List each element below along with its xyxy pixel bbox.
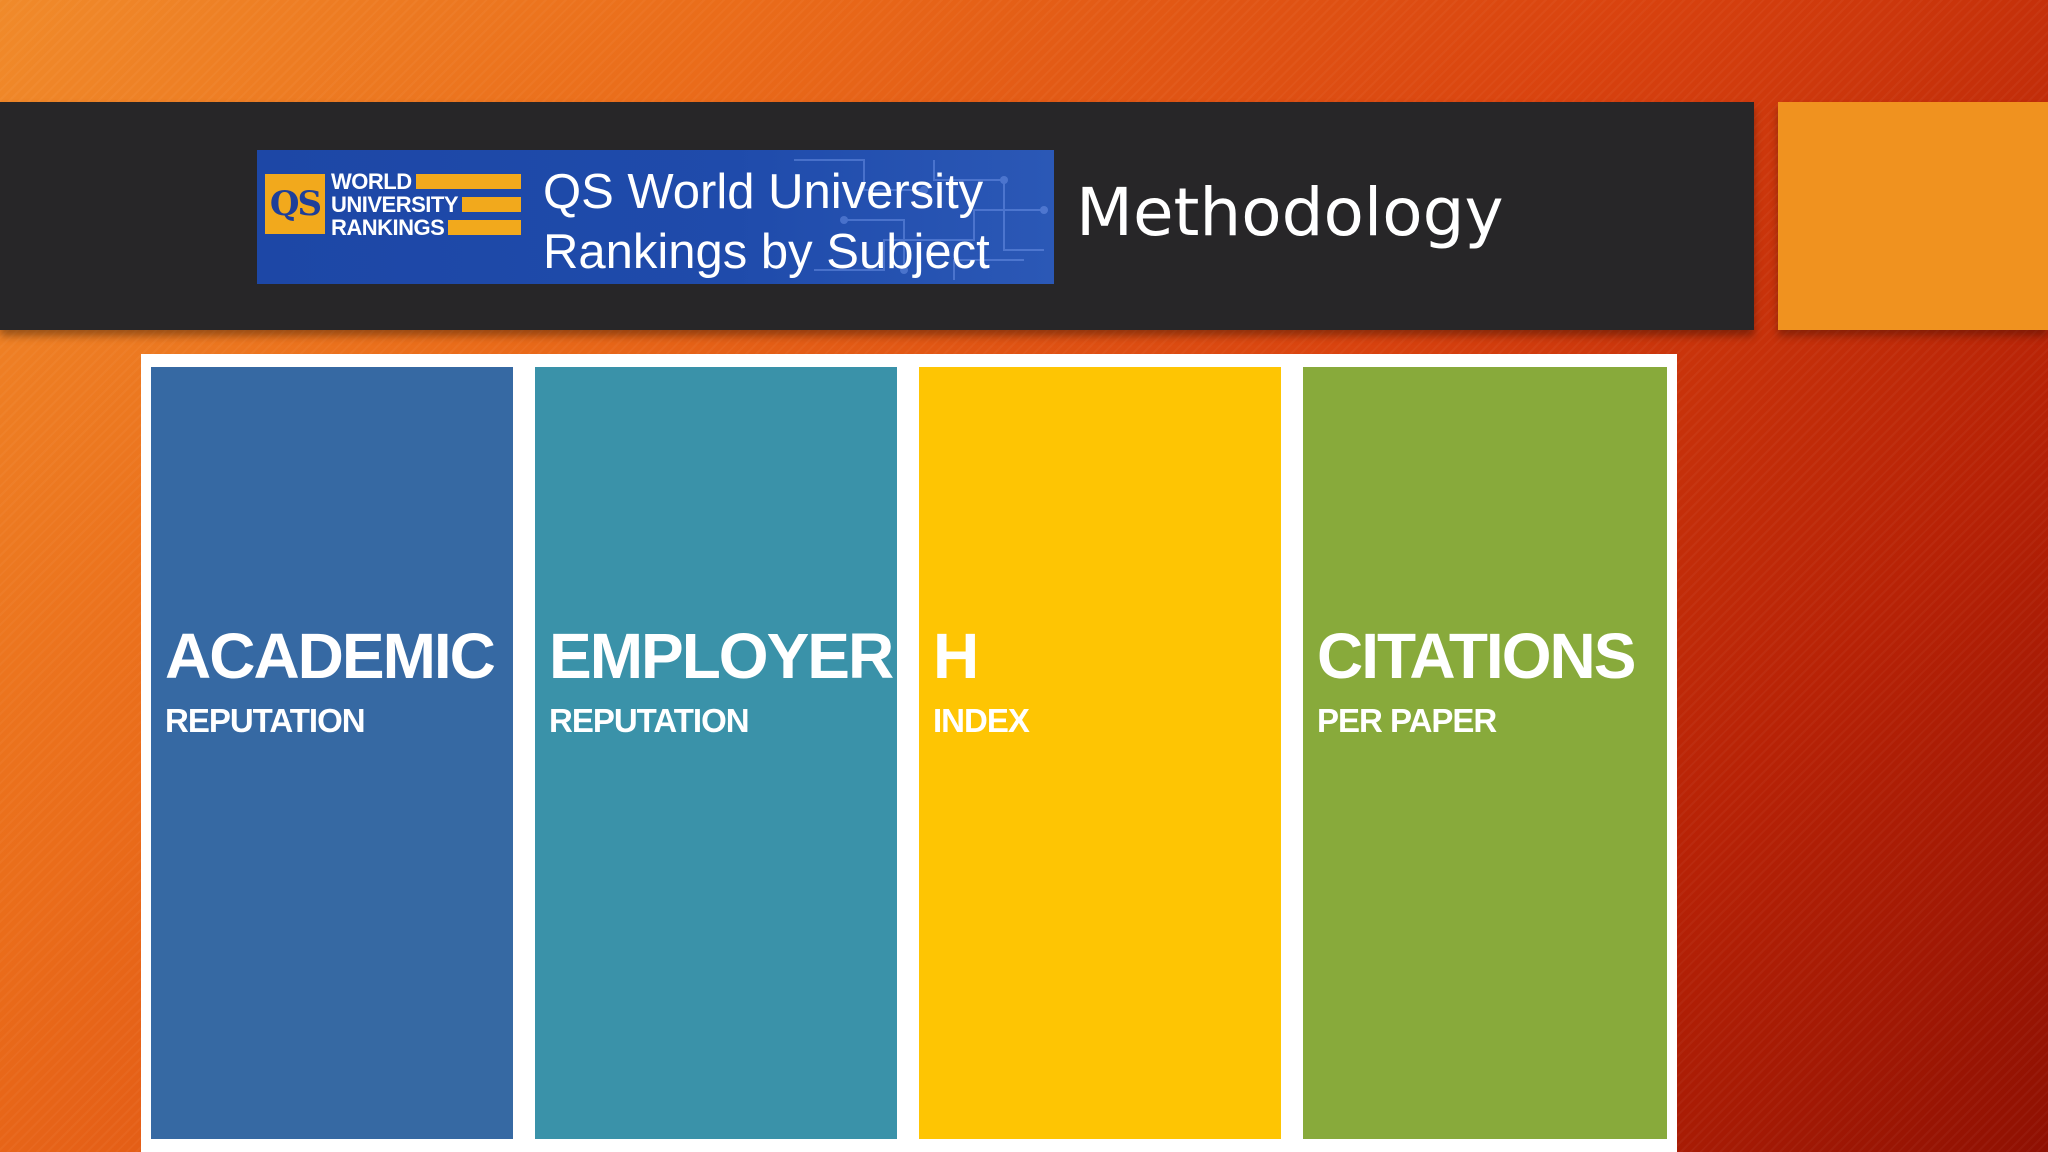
pillar-sub-label: INDEX	[933, 702, 1030, 739]
qs-logo-banner: QS WORLD UNIVERSITY RANKINGS QS World Un…	[257, 150, 1054, 284]
qs-logo-icon: QS	[265, 174, 325, 234]
qs-logo-wordmark: WORLD UNIVERSITY RANKINGS	[331, 170, 521, 239]
banner-title-line-2: Rankings by Subject	[543, 225, 990, 279]
logo-line-text: RANKINGS	[331, 215, 445, 240]
page-title: Methodology	[1076, 174, 1504, 251]
logo-bar	[415, 174, 521, 189]
logo-bar	[448, 220, 521, 235]
pillar-main-label: H	[933, 620, 979, 692]
pillar-employer-reputation: EMPLOYER REPUTATION	[535, 367, 897, 1139]
banner-title: QS World University Rankings by Subject	[543, 162, 1048, 282]
logo-line: RANKINGS	[331, 216, 521, 239]
pillar-citations-per-paper: CITATIONS PER PAPER	[1303, 367, 1667, 1139]
pillar-main-label: EMPLOYER	[549, 620, 894, 692]
pillar-h-index: H INDEX	[919, 367, 1281, 1139]
logo-bar	[462, 197, 521, 212]
pillar-sub-label: REPUTATION	[549, 702, 750, 739]
logo-line-text: UNIVERSITY	[331, 192, 459, 217]
logo-line: WORLD	[331, 170, 521, 193]
methodology-board: ACADEMIC REPUTATION EMPLOYER REPUTATION …	[141, 354, 1677, 1152]
pillar-main-label: CITATIONS	[1317, 620, 1636, 692]
accent-block	[1778, 102, 2048, 330]
pillar-academic-reputation: ACADEMIC REPUTATION	[151, 367, 513, 1139]
banner-title-line-1: QS World University	[543, 165, 984, 219]
pillar-main-label: ACADEMIC	[165, 620, 496, 692]
pillar-sub-label: PER PAPER	[1317, 702, 1497, 739]
logo-line-text: WORLD	[331, 169, 412, 194]
pillar-sub-label: REPUTATION	[165, 702, 366, 739]
logo-line: UNIVERSITY	[331, 193, 521, 216]
